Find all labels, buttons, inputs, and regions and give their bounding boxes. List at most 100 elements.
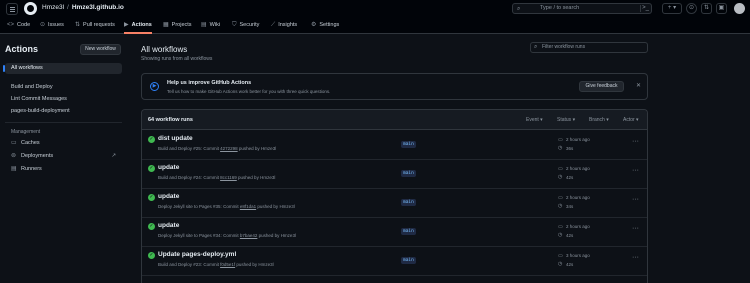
tab-wiki[interactable]: ▤ Wiki (201, 18, 220, 34)
issues-icon[interactable]: ⊙ (686, 3, 697, 14)
run-number: #23: (193, 262, 203, 267)
pull-request-icon: ⇅ (75, 22, 81, 28)
run-actor[interactable]: Hmze3l (279, 204, 294, 209)
pushed-by-label: pushed by (258, 233, 280, 238)
command-palette-icon[interactable]: >_ (642, 4, 649, 13)
pull-requests-icon[interactable]: ⇅ (701, 3, 712, 14)
search-icon: ⌕ (534, 44, 538, 50)
run-title[interactable]: Update pages-deploy.yml (158, 251, 236, 258)
kebab-menu-icon[interactable]: ··· (632, 254, 639, 261)
tab-label: Settings (319, 22, 340, 28)
branch-filter[interactable]: Branch ▾ (589, 117, 609, 123)
breadcrumb-owner[interactable]: Hmze3l (42, 4, 64, 11)
github-logo[interactable] (24, 2, 37, 15)
status-filter[interactable]: Status ▾ (557, 117, 575, 123)
branch-badge[interactable]: main (401, 257, 416, 264)
tab-insights[interactable]: ⟋ Insights (271, 18, 297, 34)
repo-tabs: <> Code ⊙ Issues ⇅ Pull requests ▶ Actions ▦… (0, 18, 750, 34)
filter-runs-input[interactable]: ⌕ Filter workflow runs (530, 42, 648, 53)
stopwatch-icon: ◷ (558, 145, 563, 151)
workflow-run-row[interactable]: ✓ update Build and Deploy #24: Commit 8c… (142, 160, 647, 189)
commit-sha-link[interactable]: f0d5e1f (220, 262, 235, 267)
run-time-ago: 2 hours ago (566, 137, 590, 142)
event-filter[interactable]: Event ▾ (526, 117, 543, 123)
database-icon: ▭ (11, 140, 17, 146)
run-workflow: Deploy Jekyll site to Pages (158, 233, 212, 238)
new-workflow-button[interactable]: New workflow (80, 44, 121, 55)
pushed-by-label: pushed by (257, 204, 279, 209)
kebab-menu-icon[interactable]: ··· (632, 167, 639, 174)
tab-issues[interactable]: ⊙ Issues (40, 18, 64, 34)
search-placeholder: Type / to search (540, 5, 580, 11)
tab-pull-requests[interactable]: ⇅ Pull requests (75, 18, 115, 34)
workflow-run-row[interactable]: ✓ Update pages-deploy.yml Build and Depl… (142, 247, 647, 276)
tab-security[interactable]: ⛉ Security (232, 18, 259, 34)
run-title[interactable]: update (158, 193, 179, 200)
avatar[interactable] (734, 3, 745, 14)
sidebar-item-pages-build-deployment[interactable]: pages-build-deployment (5, 106, 122, 117)
tab-label: Projects (171, 22, 192, 28)
issues-tab-icon: ⊙ (40, 22, 46, 28)
rocket-icon: ⊚ (11, 153, 17, 159)
actor-filter[interactable]: Actor ▾ (623, 117, 639, 123)
run-title[interactable]: update (158, 164, 179, 171)
kebab-menu-icon[interactable]: ··· (632, 225, 639, 232)
run-actor[interactable]: Hmze3l (261, 146, 276, 151)
sidebar-item-caches[interactable]: ▭ Caches (5, 138, 122, 149)
graph-icon: ⟋ (271, 22, 276, 28)
calendar-icon: ▭ (558, 166, 563, 172)
sidebar-item-all-workflows[interactable]: All workflows (3, 63, 122, 74)
kebab-menu-icon[interactable]: ··· (632, 138, 639, 145)
tab-label: Issues (48, 22, 64, 28)
global-search-input[interactable]: ⌕ Type / to search >_ (512, 3, 652, 14)
run-meta: Build and Deploy #23: Commit f0d5e1f pus… (158, 262, 274, 267)
run-workflow: Build and Deploy (158, 146, 193, 151)
check-circle-icon: ✓ (148, 136, 155, 143)
breadcrumb: Hmze3l / Hmze3l.github.io (42, 4, 124, 11)
hamburger-icon[interactable] (6, 3, 18, 15)
workflow-run-row[interactable]: ✓ update Deploy Jekyll site to Pages #34… (142, 218, 647, 247)
sidebar-item-build-and-deploy[interactable]: Build and Deploy (5, 82, 122, 93)
breadcrumb-repo[interactable]: Hmze3l.github.io (72, 4, 124, 11)
commit-sha-link[interactable]: b7bae42 (240, 233, 258, 238)
give-feedback-button[interactable]: Give feedback (579, 81, 624, 92)
tab-label: Insights (278, 22, 298, 28)
sidebar-item-deployments[interactable]: ⊚ Deployments ↗ (5, 151, 122, 162)
kebab-menu-icon[interactable]: ··· (632, 196, 639, 203)
sidebar-item-label: Runners (21, 166, 42, 172)
tab-settings[interactable]: ⚙ Settings (311, 18, 339, 34)
commit-sha-link[interactable]: 4272298 (220, 146, 238, 151)
run-title[interactable]: dist update (158, 135, 193, 142)
plus-icon[interactable]: + ▾ (662, 3, 682, 14)
run-actor[interactable]: Hmze3l (281, 233, 296, 238)
run-actor[interactable]: Hmze3l (260, 175, 275, 180)
workflow-run-row[interactable]: ✓ dist update Build and Deploy #25: Comm… (142, 131, 647, 160)
search-icon: ⌕ (517, 6, 521, 12)
run-duration: 42s (566, 262, 574, 267)
branch-badge[interactable]: main (401, 170, 416, 177)
run-actor[interactable]: Hmze3l (258, 262, 273, 267)
tab-actions[interactable]: ▶ Actions (124, 18, 152, 34)
inbox-icon[interactable]: ▣ (716, 3, 727, 14)
run-number: #34: (213, 233, 222, 238)
close-icon[interactable]: ✕ (636, 82, 641, 89)
sidebar-item-lint-commit-messages[interactable]: Lint Commit Messages (5, 94, 122, 105)
commit-sha-link[interactable]: e8f1da1 (240, 204, 256, 209)
branch-badge[interactable]: main (401, 141, 416, 148)
projects-icon: ▦ (163, 22, 169, 28)
run-title[interactable]: update (158, 222, 179, 229)
workflow-run-row[interactable]: ✓ update Deploy Jekyll site to Pages #35… (142, 189, 647, 218)
workflow-runs-list: 64 workflow runs Event ▾ Status ▾ Branch… (141, 109, 648, 283)
commit-sha-link[interactable]: 8cc1169 (220, 175, 237, 180)
branch-badge[interactable]: main (401, 228, 416, 235)
sidebar-item-runners[interactable]: ▤ Runners (5, 164, 122, 175)
management-heading: Management (11, 129, 41, 135)
commit-label: Commit (203, 146, 219, 151)
branch-badge[interactable]: main (401, 199, 416, 206)
tab-projects[interactable]: ▦ Projects (163, 18, 192, 34)
tab-label: Actions (131, 22, 152, 28)
feedback-banner: ▶ Help us improve GitHub Actions Tell us… (141, 73, 648, 100)
stopwatch-icon: ◷ (558, 174, 563, 180)
tab-label: Security (239, 22, 260, 28)
tab-code[interactable]: <> Code (7, 18, 30, 34)
